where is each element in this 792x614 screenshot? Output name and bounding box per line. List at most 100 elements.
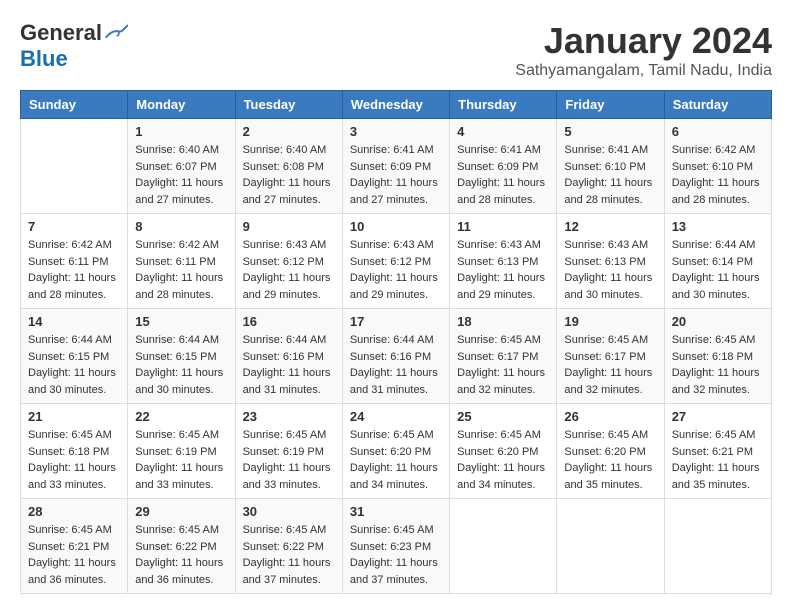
day-number: 8 [135,219,227,234]
calendar-cell: 5 Sunrise: 6:41 AM Sunset: 6:10 PM Daylig… [557,119,664,214]
calendar-cell: 31 Sunrise: 6:45 AM Sunset: 6:23 PM Dayli… [342,499,449,594]
week-row-5: 28 Sunrise: 6:45 AM Sunset: 6:21 PM Dayli… [21,499,772,594]
header-monday: Monday [128,91,235,119]
day-info: Sunrise: 6:44 AM Sunset: 6:15 PM Dayligh… [28,332,120,398]
day-info: Sunrise: 6:40 AM Sunset: 6:07 PM Dayligh… [135,142,227,208]
day-info: Sunrise: 6:45 AM Sunset: 6:20 PM Dayligh… [564,427,656,493]
day-info: Sunrise: 6:45 AM Sunset: 6:20 PM Dayligh… [350,427,442,493]
day-number: 29 [135,504,227,519]
week-row-1: 1 Sunrise: 6:40 AM Sunset: 6:07 PM Daylig… [21,119,772,214]
calendar-cell: 15 Sunrise: 6:44 AM Sunset: 6:15 PM Dayli… [128,309,235,404]
calendar-cell: 23Sunrise: 6:45 AM Sunset: 6:19 PM Dayli… [235,404,342,499]
title-section: January 2024 Sathyamangalam, Tamil Nadu,… [515,20,772,80]
week-row-2: 7 Sunrise: 6:42 AM Sunset: 6:11 PM Daylig… [21,214,772,309]
day-number: 16 [243,314,335,329]
calendar-cell: 7 Sunrise: 6:42 AM Sunset: 6:11 PM Daylig… [21,214,128,309]
day-number: 9 [243,219,335,234]
day-number: 13 [672,219,764,234]
calendar-cell [664,499,771,594]
day-number: 10 [350,219,442,234]
day-info: Sunrise: 6:42 AM Sunset: 6:10 PM Dayligh… [672,142,764,208]
day-info: Sunrise: 6:41 AM Sunset: 6:09 PM Dayligh… [350,142,442,208]
day-number: 2 [243,124,335,139]
calendar-cell: 18 Sunrise: 6:45 AM Sunset: 6:17 PM Dayli… [450,309,557,404]
header-friday: Friday [557,91,664,119]
day-number: 5 [564,124,656,139]
page-header: General Blue January 2024 Sathyamangalam… [20,20,772,80]
calendar-cell: 9 Sunrise: 6:43 AM Sunset: 6:12 PM Daylig… [235,214,342,309]
day-info: Sunrise: 6:44 AM Sunset: 6:15 PM Dayligh… [135,332,227,398]
header-tuesday: Tuesday [235,91,342,119]
calendar-cell [557,499,664,594]
day-number: 24 [350,409,442,424]
day-info: Sunrise: 6:45 AM Sunset: 6:17 PM Dayligh… [457,332,549,398]
day-info: Sunrise: 6:41 AM Sunset: 6:10 PM Dayligh… [564,142,656,208]
day-number: 1 [135,124,227,139]
day-number: 20 [672,314,764,329]
logo: General Blue [20,20,128,72]
day-info: Sunrise: 6:45 AM Sunset: 6:18 PM Dayligh… [28,427,120,493]
day-info: Sunrise: 6:43 AM Sunset: 6:13 PM Dayligh… [457,237,549,303]
day-info: Sunrise: 6:45 AM Sunset: 6:20 PM Dayligh… [457,427,549,493]
day-info: Sunrise: 6:45 AM Sunset: 6:17 PM Dayligh… [564,332,656,398]
day-number: 27 [672,409,764,424]
day-info: Sunrise: 6:45 AM Sunset: 6:19 PM Dayligh… [135,427,227,493]
calendar-header-row: SundayMondayTuesdayWednesdayThursdayFrid… [21,91,772,119]
week-row-4: 21Sunrise: 6:45 AM Sunset: 6:18 PM Dayli… [21,404,772,499]
calendar-body: 1 Sunrise: 6:40 AM Sunset: 6:07 PM Daylig… [21,119,772,594]
day-info: Sunrise: 6:45 AM Sunset: 6:18 PM Dayligh… [672,332,764,398]
calendar-cell: 22Sunrise: 6:45 AM Sunset: 6:19 PM Dayli… [128,404,235,499]
day-info: Sunrise: 6:44 AM Sunset: 6:16 PM Dayligh… [350,332,442,398]
logo-general: General [20,20,102,46]
day-info: Sunrise: 6:45 AM Sunset: 6:21 PM Dayligh… [672,427,764,493]
header-sunday: Sunday [21,91,128,119]
day-number: 17 [350,314,442,329]
calendar-cell: 21Sunrise: 6:45 AM Sunset: 6:18 PM Dayli… [21,404,128,499]
calendar-cell: 4Sunrise: 6:41 AM Sunset: 6:09 PM Daylig… [450,119,557,214]
day-number: 6 [672,124,764,139]
calendar-cell [450,499,557,594]
calendar-cell: 2 Sunrise: 6:40 AM Sunset: 6:08 PM Daylig… [235,119,342,214]
day-number: 12 [564,219,656,234]
calendar-cell: 8 Sunrise: 6:42 AM Sunset: 6:11 PM Daylig… [128,214,235,309]
calendar-cell: 13 Sunrise: 6:44 AM Sunset: 6:14 PM Dayli… [664,214,771,309]
day-info: Sunrise: 6:40 AM Sunset: 6:08 PM Dayligh… [243,142,335,208]
calendar-cell: 14Sunrise: 6:44 AM Sunset: 6:15 PM Dayli… [21,309,128,404]
calendar-cell: 27 Sunrise: 6:45 AM Sunset: 6:21 PM Dayli… [664,404,771,499]
calendar-cell: 24 Sunrise: 6:45 AM Sunset: 6:20 PM Dayli… [342,404,449,499]
calendar-cell: 17 Sunrise: 6:44 AM Sunset: 6:16 PM Dayli… [342,309,449,404]
calendar-cell: 30 Sunrise: 6:45 AM Sunset: 6:22 PM Dayli… [235,499,342,594]
day-number: 7 [28,219,120,234]
day-info: Sunrise: 6:42 AM Sunset: 6:11 PM Dayligh… [135,237,227,303]
calendar-cell: 28 Sunrise: 6:45 AM Sunset: 6:21 PM Dayli… [21,499,128,594]
calendar-cell: 26 Sunrise: 6:45 AM Sunset: 6:20 PM Dayli… [557,404,664,499]
day-info: Sunrise: 6:44 AM Sunset: 6:14 PM Dayligh… [672,237,764,303]
logo-blue: Blue [20,46,68,72]
day-info: Sunrise: 6:43 AM Sunset: 6:13 PM Dayligh… [564,237,656,303]
day-number: 4 [457,124,549,139]
day-info: Sunrise: 6:43 AM Sunset: 6:12 PM Dayligh… [243,237,335,303]
day-number: 26 [564,409,656,424]
bird-icon [104,23,128,43]
calendar-cell: 1 Sunrise: 6:40 AM Sunset: 6:07 PM Daylig… [128,119,235,214]
day-number: 15 [135,314,227,329]
day-number: 31 [350,504,442,519]
day-number: 23 [243,409,335,424]
day-number: 30 [243,504,335,519]
calendar-cell: 3 Sunrise: 6:41 AM Sunset: 6:09 PM Daylig… [342,119,449,214]
day-info: Sunrise: 6:45 AM Sunset: 6:22 PM Dayligh… [135,522,227,588]
header-thursday: Thursday [450,91,557,119]
calendar-cell: 29 Sunrise: 6:45 AM Sunset: 6:22 PM Dayli… [128,499,235,594]
location: Sathyamangalam, Tamil Nadu, India [515,62,772,80]
calendar-cell: 16 Sunrise: 6:44 AM Sunset: 6:16 PM Dayli… [235,309,342,404]
day-info: Sunrise: 6:44 AM Sunset: 6:16 PM Dayligh… [243,332,335,398]
week-row-3: 14Sunrise: 6:44 AM Sunset: 6:15 PM Dayli… [21,309,772,404]
day-number: 11 [457,219,549,234]
day-info: Sunrise: 6:45 AM Sunset: 6:23 PM Dayligh… [350,522,442,588]
day-info: Sunrise: 6:45 AM Sunset: 6:21 PM Dayligh… [28,522,120,588]
day-number: 3 [350,124,442,139]
day-number: 18 [457,314,549,329]
day-info: Sunrise: 6:45 AM Sunset: 6:22 PM Dayligh… [243,522,335,588]
day-info: Sunrise: 6:42 AM Sunset: 6:11 PM Dayligh… [28,237,120,303]
day-number: 28 [28,504,120,519]
